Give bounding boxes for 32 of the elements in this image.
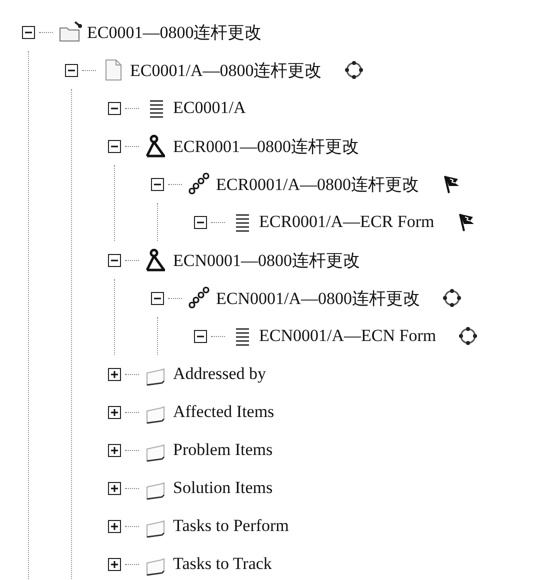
tree-item[interactable]: Affected Items — [173, 402, 274, 422]
tree-item[interactable]: Addressed by — [173, 364, 266, 384]
collapse-toggle[interactable] — [151, 292, 164, 304]
expand-toggle[interactable] — [108, 520, 121, 532]
collapse-toggle[interactable] — [108, 140, 121, 152]
collapse-toggle[interactable] — [194, 216, 207, 228]
collapse-toggle[interactable] — [151, 178, 164, 190]
tree-item[interactable]: Solution Items — [173, 478, 273, 498]
expand-toggle[interactable] — [108, 444, 121, 456]
tree-item[interactable]: EC0001—0800连杆更改 — [87, 20, 262, 44]
collapse-toggle[interactable] — [65, 64, 78, 76]
expand-toggle[interactable] — [108, 406, 121, 418]
chain-icon — [186, 171, 212, 197]
tree-item[interactable]: ECR0001/A—0800连杆更改 — [216, 172, 420, 196]
tree-item[interactable]: ECN0001/A—0800连杆更改 — [216, 286, 420, 310]
tree-item[interactable]: ECR0001—0800连杆更改 — [173, 134, 360, 158]
collapse-toggle[interactable] — [22, 26, 35, 38]
collapse-toggle[interactable] — [194, 330, 207, 342]
tree-item[interactable]: ECN0001—0800连杆更改 — [173, 248, 360, 272]
tree-item[interactable]: ECR0001/A—ECR Form — [259, 212, 434, 232]
tree-item[interactable]: Tasks to Perform — [173, 516, 289, 536]
tree-item[interactable]: Problem Items — [173, 440, 273, 460]
collapse-toggle[interactable] — [108, 254, 121, 266]
tree-item[interactable]: ECN0001/A—ECN Form — [259, 326, 436, 346]
expand-toggle[interactable] — [108, 368, 121, 380]
tree-item[interactable]: EC0001/A — [173, 98, 246, 118]
chain-icon — [186, 285, 212, 311]
expand-toggle[interactable] — [108, 482, 121, 494]
tree-item[interactable]: EC0001/A—0800连杆更改 — [130, 58, 322, 82]
tree-item[interactable]: Tasks to Track — [173, 554, 272, 574]
expand-toggle[interactable] — [108, 558, 121, 570]
collapse-toggle[interactable] — [108, 102, 121, 114]
